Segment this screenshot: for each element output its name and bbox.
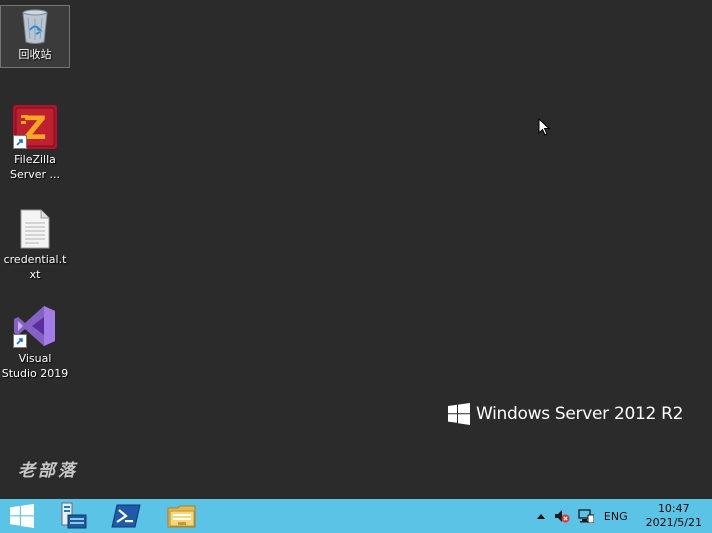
file-explorer-icon xyxy=(167,505,196,528)
clock-button[interactable]: 10:47 2021/5/21 xyxy=(634,499,712,533)
clock-date: 2021/5/21 xyxy=(645,516,702,529)
powershell-button[interactable] xyxy=(104,499,148,533)
desktop-icon-filezilla[interactable]: Z FileZilla Server ... xyxy=(1,105,69,182)
desktop-icon-recycle-bin[interactable]: 回收站 xyxy=(0,5,70,68)
chevron-up-icon xyxy=(536,514,545,519)
desktop-icon-visual-studio[interactable]: Visual Studio 2019 xyxy=(1,304,69,381)
clock-time: 10:47 xyxy=(657,502,690,515)
windows-start-icon xyxy=(10,504,34,528)
server-manager-icon xyxy=(61,502,87,529)
site-watermark: 老部落 xyxy=(18,461,78,481)
server-manager-button[interactable] xyxy=(50,499,94,533)
taskbar: ENG 10:47 2021/5/21 xyxy=(0,499,712,533)
network-tray-button[interactable] xyxy=(574,499,598,533)
desktop-icon-label: Visual Studio 2019 xyxy=(1,352,69,380)
text-file-icon xyxy=(19,209,51,249)
desktop-icon-credential-txt[interactable]: credential.txt xyxy=(1,209,69,282)
start-button[interactable] xyxy=(0,499,44,533)
recycle-bin-icon xyxy=(19,8,51,44)
input-language-button[interactable]: ENG xyxy=(598,499,634,533)
show-hidden-icons-button[interactable] xyxy=(532,499,550,533)
mouse-cursor-icon xyxy=(538,117,551,140)
desktop-icon-label: credential.txt xyxy=(3,253,67,281)
network-icon xyxy=(578,509,594,523)
visual-studio-icon xyxy=(13,304,57,348)
os-branding: Windows Server 2012 R2 xyxy=(448,403,683,425)
os-branding-text: Windows Server 2012 R2 xyxy=(476,404,684,424)
shortcut-arrow-icon xyxy=(13,135,27,149)
shortcut-arrow-icon xyxy=(13,334,27,348)
filezilla-icon: Z xyxy=(13,105,57,149)
desktop-icon-label: 回收站 xyxy=(18,48,52,61)
windows-logo-icon xyxy=(448,403,470,425)
desktop[interactable]: 回收站 Z FileZilla Server ... credential.tx… xyxy=(0,0,712,499)
speaker-muted-icon xyxy=(554,510,570,523)
volume-tray-button[interactable] xyxy=(550,499,574,533)
system-tray: ENG 10:47 2021/5/21 xyxy=(532,499,712,533)
powershell-icon xyxy=(111,504,141,528)
desktop-icon-label: FileZilla Server ... xyxy=(9,153,61,181)
file-explorer-button[interactable] xyxy=(160,499,204,533)
